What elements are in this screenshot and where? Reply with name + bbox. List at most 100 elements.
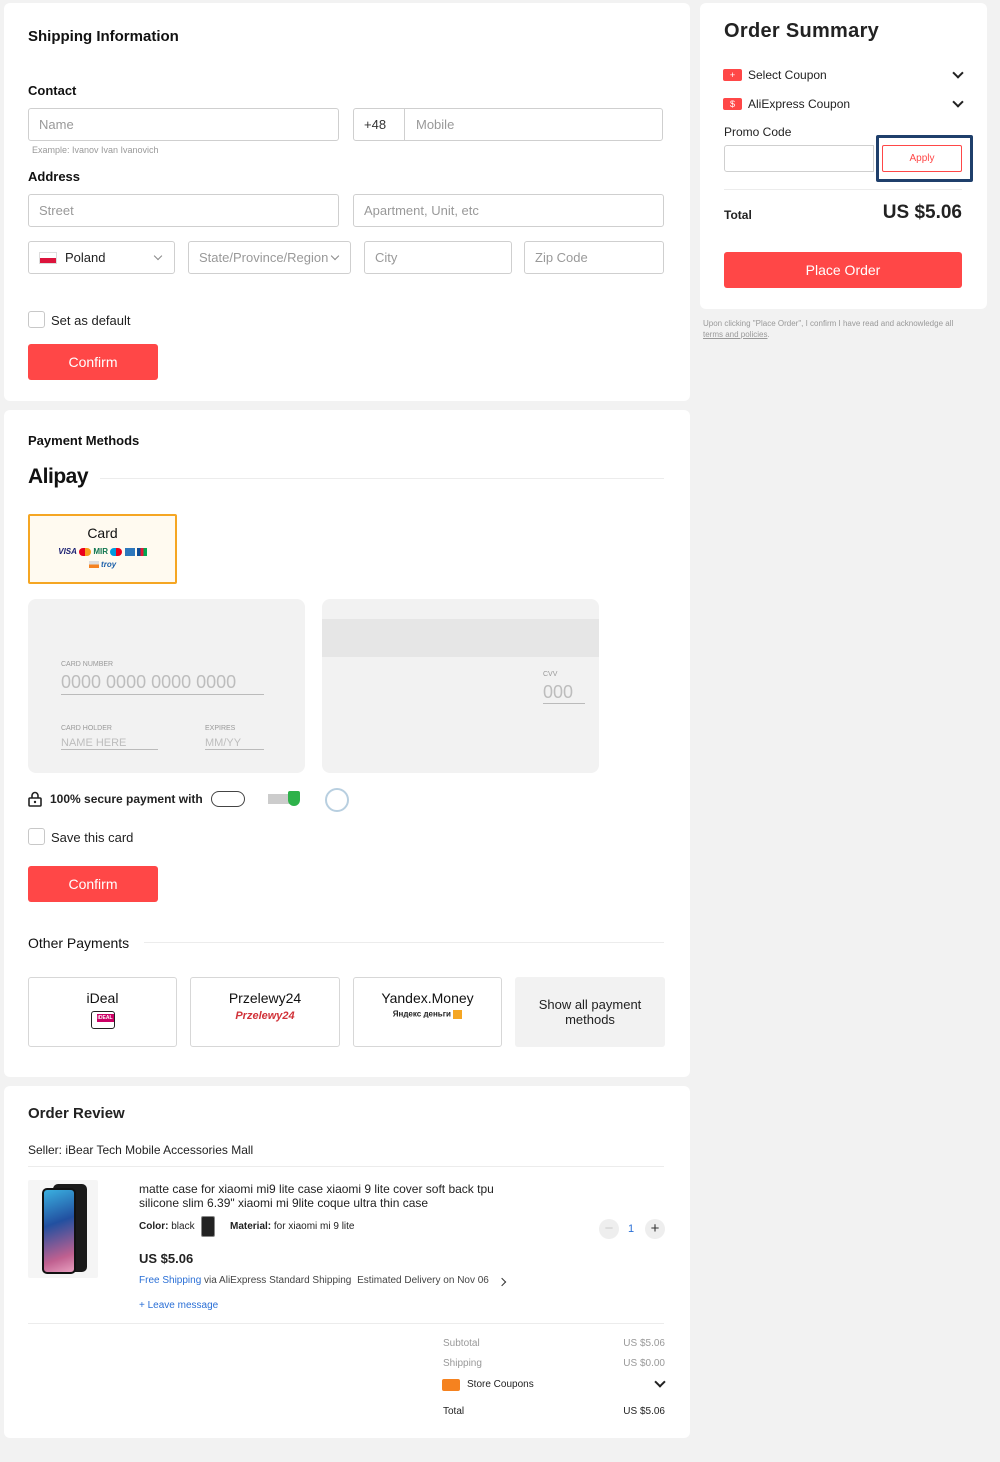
order-summary-card: Order Summary + Select Coupon $ AliExpre… [700,3,987,309]
product-material: Material: for xiaomi mi 9 lite [230,1221,354,1232]
quantity-value[interactable]: 1 [628,1223,634,1235]
address-label: Address [28,169,81,184]
order-review-card: Order Review Seller: iBear Tech Mobile A… [4,1086,690,1438]
przelewy24-payment-option[interactable]: Przelewy24 Przelewy24 [190,977,340,1047]
country-value: Poland [65,250,106,265]
material-label: Material: [230,1221,272,1232]
card-number-input[interactable]: 0000 0000 0000 0000 [61,672,264,695]
card-number-label: CARD NUMBER [61,661,114,668]
coupon-icon: + [723,69,742,81]
quantity-decrease-button[interactable]: − [599,1219,619,1239]
mir-icon: MIR [93,547,109,556]
product-title[interactable]: matte case for xiaomi mi9 lite case xiao… [139,1182,529,1210]
state-select[interactable]: State/Province/Region [188,241,351,274]
subtotal-label: Subtotal [443,1338,480,1349]
przelewy24-label: Przelewy24 [228,990,302,1006]
chevron-right-icon[interactable] [497,1277,507,1287]
expires-input[interactable]: MM/YY [205,737,264,750]
color-value: black [171,1221,195,1232]
country-code-divider [404,109,405,140]
card-holder-label: CARD HOLDER [61,725,112,732]
discover-icon [88,561,99,569]
card-front-panel: CARD NUMBER 0000 0000 0000 0000 CARD HOL… [28,599,305,773]
show-all-label: Show all payment methods [538,997,642,1027]
save-card-checkbox[interactable] [28,828,45,845]
payment-confirm-button[interactable]: Confirm [28,866,158,902]
mastercard-icon [79,547,92,556]
store-coupon-icon [442,1379,460,1391]
card-holder-input[interactable]: NAME HERE [61,737,158,750]
shipping-confirm-button[interactable]: Confirm [28,344,158,380]
country-select[interactable]: Poland [28,241,175,274]
product-color: Color: black [139,1221,195,1232]
save-card-label: Save this card [51,830,134,845]
country-code: +48 [364,117,387,132]
place-order-button[interactable]: Place Order [724,252,962,288]
delivery-date: Nov 06 [457,1275,489,1286]
apply-button[interactable]: Apply [882,145,962,172]
shipping-title: Shipping Information [28,28,179,45]
set-default-checkbox[interactable] [28,311,45,328]
order-review-title: Order Review [28,1105,125,1122]
mobile-input[interactable]: Mobile [416,109,454,140]
review-total-label: Total [443,1406,465,1417]
shipping-label: Shipping [443,1358,482,1369]
free-shipping-label: Free Shipping [139,1275,202,1286]
estimated-delivery-label: Estimated Delivery on [357,1275,455,1286]
name-input[interactable]: Name [28,108,339,141]
card-back-panel: CVV 000 [322,599,599,773]
city-input[interactable]: City [364,241,512,274]
apply-highlight-frame: Apply [876,135,973,182]
seller-divider [28,1166,664,1167]
cvv-input[interactable]: 000 [543,682,585,704]
promo-code-label: Promo Code [724,125,792,139]
phone-screen [42,1188,76,1274]
yandex-money-logo-icon: Яндекс деньги [354,1010,501,1019]
jcb-icon [136,547,147,556]
card-payment-tab[interactable]: Card VISA MIR troy [28,514,177,584]
country-code-select[interactable]: +48 Mobile [353,108,663,141]
payment-card: Payment Methods Alipay Card VISA MIR tro… [4,410,690,1077]
review-total-value: US $5.06 [623,1406,665,1417]
leave-message-link[interactable]: + Leave message [139,1300,218,1311]
chevron-down-icon[interactable] [952,67,964,79]
card-tab-label: Card [87,525,118,541]
yandex-money-payment-option[interactable]: Yandex.Money Яндекс деньги [353,977,502,1047]
terms-link[interactable]: terms and policies [703,330,767,339]
chevron-down-icon[interactable] [952,96,964,108]
terms-notice: Upon clicking "Place Order", I confirm I… [703,318,987,340]
shipping-info: Free Shipping via AliExpress Standard Sh… [139,1275,489,1286]
other-payments-title: Other Payments [28,935,130,951]
summary-total-label: Total [724,208,752,222]
street-input[interactable]: Street [28,194,339,227]
quantity-increase-button[interactable]: + [645,1219,665,1239]
terms-text: Upon clicking "Place Order", I confirm I… [703,319,954,328]
chevron-down-icon [153,251,163,261]
maestro-icon [110,547,123,556]
contact-label: Contact [28,83,77,98]
promo-code-input[interactable] [724,145,874,172]
color-label: Color: [139,1221,169,1232]
other-payments-divider [144,942,664,943]
verified-shield-icon [268,791,302,807]
ideal-logo-icon: iDEAL [90,1011,115,1029]
chevron-down-icon[interactable] [654,1376,666,1388]
aliexpress-coupon-label[interactable]: AliExpress Coupon [748,97,850,111]
expires-label: EXPIRES [205,725,236,732]
aliexpress-coupon-icon: $ [723,98,742,110]
cvv-label: CVV [543,671,558,678]
subtotal-value: US $5.06 [623,1338,665,1349]
pci-seal-icon [325,788,349,812]
select-coupon-label[interactable]: Select Coupon [748,68,827,82]
show-all-payments-button[interactable]: Show all payment methods [515,977,665,1047]
zip-input[interactable]: Zip Code [524,241,664,274]
przelewy24-logo-icon: Przelewy24 [235,1010,295,1022]
alipay-divider [100,478,664,479]
seller-name[interactable]: Seller: iBear Tech Mobile Accessories Ma… [28,1143,253,1157]
terms-end: . [767,330,770,339]
ideal-payment-option[interactable]: iDeal iDEAL [28,977,177,1047]
set-default-label: Set as default [51,313,131,328]
product-image[interactable] [28,1180,98,1278]
item-divider [28,1323,664,1324]
apartment-input[interactable]: Apartment, Unit, etc [353,194,664,227]
